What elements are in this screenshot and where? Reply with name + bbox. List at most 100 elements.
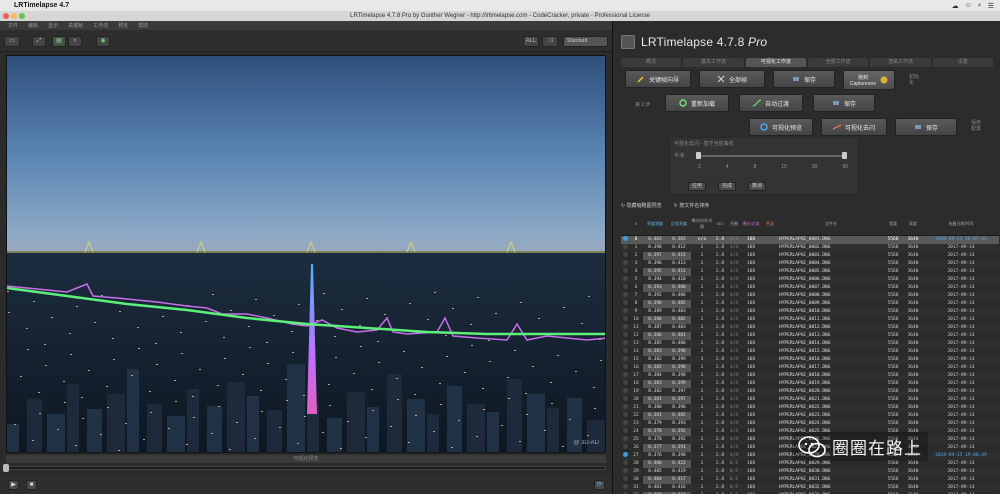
shuffle-icon[interactable]: ⤨ <box>542 36 558 47</box>
keyframe-indicator[interactable] <box>621 483 629 492</box>
stop-icon[interactable]: ■ <box>26 480 37 490</box>
menu-item[interactable]: 文件 <box>8 22 18 29</box>
column-header[interactable]: 拍摄日期/时间 <box>923 213 999 236</box>
smooth-slider[interactable] <box>698 155 846 157</box>
keyframe-indicator[interactable] <box>621 355 629 364</box>
save-button-1[interactable]: 保存 <box>773 70 835 88</box>
drag-to-captureone-button[interactable]: 拖到 Captureone <box>843 70 895 90</box>
menu-item[interactable]: 帮助 <box>138 22 148 29</box>
keyframe-indicator[interactable] <box>621 251 629 260</box>
visibility-eye-icon[interactable]: ◉ <box>96 36 110 47</box>
visual-preview-button[interactable]: 可视化预览 <box>749 118 813 136</box>
zoom-window-button[interactable] <box>19 13 25 19</box>
sort-by-filename-option[interactable]: ↻ 按文件名排序 <box>674 202 710 209</box>
timeline-slider[interactable] <box>6 466 606 470</box>
keyframe-indicator[interactable] <box>621 363 629 372</box>
person-icon[interactable]: ☺ <box>965 2 972 10</box>
table-row[interactable]: 29 0.405 0.419 2 2.8 0.5 100 HYPERLAPSE_0030.DN… <box>621 467 999 476</box>
column-header[interactable]: 曝光时间/光圈 <box>691 213 713 236</box>
keyframe-indicator[interactable] <box>621 395 629 404</box>
table-row[interactable]: 21 0.380 0.396 2 2.8 1/4 100 HYPERLAPSE_0022.DN… <box>621 403 999 412</box>
keyframe-indicator[interactable] <box>621 467 629 476</box>
keyframe-wizard-button[interactable]: 关键帧向导 <box>625 70 691 88</box>
keyframe-indicator[interactable] <box>621 475 629 484</box>
reload-button[interactable]: 重新加载 <box>665 94 729 112</box>
workflow-tab[interactable]: 渲染工作流 <box>870 58 931 67</box>
preset-select[interactable]: Standard <box>563 36 608 47</box>
keyframe-indicator[interactable] <box>621 283 629 292</box>
keyframe-indicator[interactable] <box>621 443 629 452</box>
keyframe-indicator[interactable] <box>621 347 629 356</box>
column-header[interactable]: 曝光/过渡 <box>741 213 761 236</box>
column-header[interactable]: 后续亮度 <box>667 213 691 236</box>
table-row[interactable]: 9 0.389 0.403 1 2.8 1/4 100 HYPERLAPSE_0010.DNG… <box>621 307 999 316</box>
keyframe-indicator[interactable] <box>621 299 629 308</box>
keyframe-indicator[interactable] <box>621 419 629 428</box>
keyframe-indicator[interactable] <box>621 435 629 444</box>
column-header[interactable] <box>621 213 629 236</box>
column-header[interactable]: 高度 <box>903 213 923 236</box>
workflow-tab[interactable]: 基本工作流 <box>683 58 744 67</box>
auto-transition-button[interactable]: 自动过渡 <box>739 94 803 112</box>
apply-button[interactable]: 应用 <box>688 182 706 191</box>
table-row[interactable]: 30 0.404 0.417 2 2.8 0.5 100 HYPERLAPSE_0031.DN… <box>621 475 999 484</box>
table-row[interactable]: 2 0.397 0.415 2 2.8 1/4 100 HYPERLAPSE_0003.DNG… <box>621 251 999 260</box>
search-icon[interactable]: ⌕ <box>978 2 982 10</box>
loop-icon[interactable]: ⟳ <box>594 480 605 490</box>
keyframe-indicator[interactable] <box>621 307 629 316</box>
column-header[interactable]: 宽度 <box>883 213 903 236</box>
workflow-tab[interactable]: 概况 <box>621 58 682 67</box>
keyframe-indicator[interactable] <box>621 459 629 468</box>
table-row[interactable]: 22 0.381 0.405 2 2.8 1/4 100 HYPERLAPSE_0023.DN… <box>621 411 999 420</box>
table-row[interactable]: 14 0.383 0.398 2 2.8 1/4 100 HYPERLAPSE_0015.DN… <box>621 347 999 356</box>
keyframe-indicator[interactable] <box>621 379 629 388</box>
workflow-tab[interactable]: 设置 <box>932 58 993 67</box>
keyframe-indicator[interactable] <box>621 411 629 420</box>
keyframe-indicator[interactable] <box>621 235 629 244</box>
app-name-menu[interactable]: LRTimelapse 4.7 <box>14 2 69 9</box>
keyframe-indicator[interactable] <box>621 259 629 268</box>
column-header[interactable]: ISO <box>713 213 727 236</box>
hide-thumbnails-option[interactable]: ↻ 隐藏缩略图预览 <box>621 202 662 209</box>
table-row[interactable]: 6 0.393 0.408 2 2.8 1/4 100 HYPERLAPSE_0007.DNG… <box>621 283 999 292</box>
visual-deflicker-button[interactable]: 可视化去闪 <box>821 118 887 136</box>
smooth-slider-thumb-left[interactable] <box>696 152 701 159</box>
zoom-icon[interactable]: ⌕ <box>68 36 82 47</box>
menu-item[interactable]: 编辑 <box>28 22 38 29</box>
keyframe-indicator[interactable] <box>621 451 629 460</box>
list-icon[interactable]: ☰ <box>988 2 994 10</box>
table-row[interactable]: 10 0.388 0.402 2 2.8 1/4 100 HYPERLAPSE_0011.DN… <box>621 315 999 324</box>
close-window-button[interactable] <box>3 13 9 19</box>
column-header[interactable]: # <box>629 213 643 236</box>
table-row[interactable]: 8 0.390 0.405 2 2.8 1/4 100 HYPERLAPSE_0009.DNG… <box>621 299 999 308</box>
undo-button[interactable]: 撤消 <box>748 182 766 191</box>
column-header[interactable]: 文件名 <box>779 213 883 236</box>
filmstrip-icon[interactable]: ▤ <box>52 36 66 47</box>
keyframe-indicator[interactable] <box>621 323 629 332</box>
table-row[interactable]: 4 0.395 0.411 2 2.8 1/4 100 HYPERLAPSE_0005.DNG… <box>621 267 999 276</box>
keyframe-indicator[interactable] <box>621 387 629 396</box>
done-button[interactable]: 完成 <box>718 182 736 191</box>
timelapse-preview[interactable]: @ 3D-AD <box>6 55 606 453</box>
column-header[interactable]: 光圈 <box>727 213 741 236</box>
table-row[interactable]: 3 0.396 0.413 2 2.8 1/4 100 HYPERLAPSE_0004.DNG… <box>621 259 999 268</box>
minimize-window-button[interactable] <box>11 13 17 19</box>
table-row[interactable]: 18 0.383 0.399 2 2.8 1/4 100 HYPERLAPSE_0019.DN… <box>621 379 999 388</box>
table-row[interactable]: 13 0.385 0.400 2 2.8 1/4 100 HYPERLAPSE_0014.DN… <box>621 339 999 348</box>
all-frames-button[interactable]: 全部帧 <box>699 70 765 88</box>
menu-item[interactable]: 显示 <box>48 22 58 29</box>
smooth-slider-thumb-right[interactable] <box>842 152 847 159</box>
menu-item[interactable]: 工作流 <box>93 22 108 29</box>
save-button-3[interactable]: 保存 <box>895 118 957 136</box>
menu-item[interactable]: 关键帧 <box>68 22 83 29</box>
table-row[interactable]: 17 0.384 0.398 2 2.8 1/4 100 HYPERLAPSE_0018.DN… <box>621 371 999 380</box>
fullscreen-icon[interactable]: ⤢ <box>32 36 46 47</box>
table-row[interactable]: 19 0.382 0.397 2 2.8 1/4 100 HYPERLAPSE_0020.DN… <box>621 387 999 396</box>
table-row[interactable]: 15 0.382 0.399 3 2.8 1/4 100 HYPERLAPSE_0016.DN… <box>621 355 999 364</box>
table-row[interactable]: 12 0.386 0.401 2 2.8 1/4 100 HYPERLAPSE_0013.DN… <box>621 331 999 340</box>
table-row[interactable]: 7 0.392 0.406 2 2.8 1/4 100 HYPERLAPSE_0008.DNG… <box>621 291 999 300</box>
workflow-tab[interactable]: 可视化工作流 <box>745 58 806 67</box>
keyframe-indicator[interactable] <box>621 267 629 276</box>
fit-view-icon[interactable]: ▭ <box>4 36 20 47</box>
keyframe-indicator[interactable] <box>621 243 629 252</box>
